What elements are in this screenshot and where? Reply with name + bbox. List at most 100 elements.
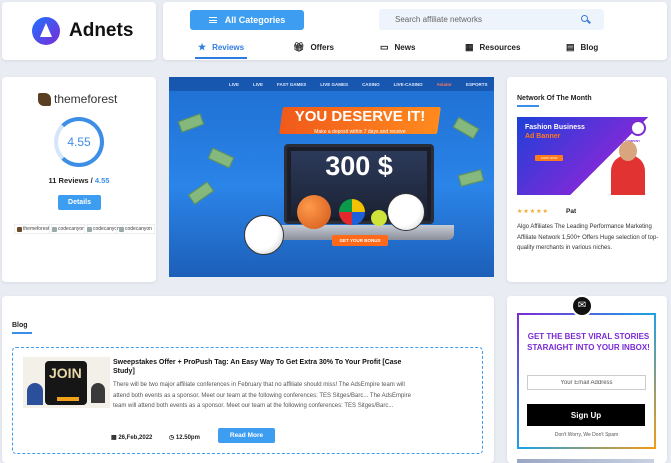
leaf-icon: [17, 226, 22, 232]
mini-logo-label: themeforest: [23, 226, 50, 232]
adnets-logo-icon: [32, 17, 60, 45]
thumb-join-text: JOIN: [49, 365, 82, 381]
thumb-bar: [57, 397, 79, 401]
company-logo-icon: [630, 120, 646, 136]
mini-logo-codecanyon[interactable]: codecanyon: [49, 224, 88, 234]
logo-text: Adnets: [69, 20, 134, 41]
blog-post-item[interactable]: JOIN Sweepstakes Offer + ProPush Tag: An…: [12, 347, 483, 454]
promo-banner[interactable]: LIVE LIVE FAST GAMES LIVE GAMES CASINO L…: [169, 77, 494, 277]
menu-icon: [208, 17, 217, 23]
codecanyon-icon: [87, 226, 92, 232]
banner-nav-item: LIVE: [253, 81, 264, 87]
tennis-ball-icon: [371, 210, 387, 226]
search-bar: [379, 9, 604, 30]
newsletter-box: GET THE BEST VIRAL STORIES STARAIGHT INT…: [517, 313, 656, 449]
star-icon: ★: [198, 42, 207, 52]
blog-date-value: 26,Feb,2022: [118, 435, 153, 441]
nav-news[interactable]: ▭ News: [380, 42, 415, 53]
network-of-month-card: Network Of The Month Fashion Business Ad…: [507, 77, 667, 282]
read-more-button[interactable]: Read More: [218, 428, 275, 443]
blog-card: Blog JOIN Sweepstakes Offer + ProPush Ta…: [2, 296, 494, 463]
banner-subline: Make a deposit within 7 days and receive: [314, 129, 406, 135]
money-bill-image: [207, 147, 235, 169]
themeforest-brand: themeforest: [54, 92, 118, 106]
mini-logo-themeforest[interactable]: themeforest: [14, 224, 53, 234]
get-bonus-button[interactable]: GET YOUR BONUS: [332, 235, 388, 246]
soccer-ball-icon: [387, 193, 425, 231]
blog-post-title[interactable]: Sweepstakes Offer + ProPush Tag: An Easy…: [113, 358, 413, 376]
rating-stars: ★★★★★: [517, 209, 549, 215]
money-bill-image: [452, 116, 480, 140]
news-icon: ▭: [380, 42, 389, 52]
volleyball-icon: [339, 199, 365, 225]
banner-nav-item: ESPORTS: [465, 81, 488, 87]
mini-logo-codecanyon[interactable]: codecanyon: [116, 224, 155, 234]
top-navigation: All Categories ★ Reviews 🎁︎ Offers ▭ New…: [163, 2, 667, 60]
logo-card[interactable]: Adnets: [2, 2, 156, 60]
banner-headline: YOU DESERVE IT!: [294, 108, 426, 125]
ad-title-line1: Fashion Business: [525, 124, 585, 131]
email-field[interactable]: [527, 375, 646, 390]
nav-offers[interactable]: 🎁︎ Offers: [293, 42, 334, 53]
mini-logo-label: codecanyon: [58, 226, 85, 232]
bonus-amount: 300 $: [325, 151, 393, 181]
resources-icon: ▦: [465, 42, 474, 52]
banner-nav-item: FAST GAMES: [277, 81, 307, 87]
banner-nav-item: CASINO: [362, 81, 380, 87]
sign-up-button[interactable]: Sign Up: [527, 404, 645, 426]
search-icon[interactable]: [581, 15, 588, 22]
newsletter-title: GET THE BEST VIRAL STORIES STARAIGHT INT…: [527, 332, 650, 352]
banner-nav-item: LIVE: [229, 81, 240, 87]
author-name: Pat: [566, 208, 577, 215]
ad-title-line2: Ad Banner: [525, 133, 561, 140]
blog-thumbnail[interactable]: JOIN: [23, 357, 110, 408]
all-categories-button[interactable]: All Categories: [190, 10, 304, 30]
codecanyon-icon: [119, 226, 124, 232]
nav-resources-label: Resources: [479, 43, 521, 52]
nav-blog-label: Blog: [580, 43, 599, 52]
blog-post-excerpt: There will be two major affiliate confer…: [113, 382, 411, 409]
title-underline: [517, 105, 539, 107]
banner-nav-item: LIVE GAMES: [320, 81, 349, 87]
search-input[interactable]: [379, 9, 569, 30]
clock-icon: ◷: [169, 435, 175, 441]
nav-news-label: News: [394, 43, 416, 52]
nav-reviews[interactable]: ★ Reviews: [198, 42, 244, 53]
blog-time-value: 12.50pm: [175, 435, 200, 441]
basketball-icon: [297, 195, 331, 229]
next-card-preview: [517, 459, 654, 463]
banner-nav-item: Aviator: [436, 81, 452, 87]
person-face: [619, 141, 637, 161]
reviews-score: 4.55: [94, 176, 110, 185]
mini-logo-label: codecanyon: [125, 226, 152, 232]
active-tab-indicator: [195, 57, 247, 59]
banner-nav: LIVE LIVE FAST GAMES LIVE GAMES CASINO L…: [169, 77, 494, 91]
newsletter-card: ✉ GET THE BEST VIRAL STORIES STARAIGHT I…: [507, 295, 667, 463]
network-description: Algo Affiliates The Leading Performance …: [517, 224, 659, 251]
soccer-ball-icon: [244, 215, 284, 255]
nav-blog[interactable]: ▤ Blog: [566, 42, 598, 53]
rating-card: themeforest 4.55 11 Reviews / 4.55 Detai…: [2, 77, 156, 282]
blog-post-date: ▦ 26,Feb,2022: [111, 434, 152, 441]
all-categories-label: All Categories: [224, 15, 286, 25]
details-button[interactable]: Details: [58, 195, 101, 210]
nav-resources[interactable]: ▦ Resources: [465, 42, 520, 53]
reviews-count: 11 Reviews: [48, 176, 89, 185]
leaf-icon: [38, 92, 51, 106]
title-underline: [12, 332, 32, 334]
envelope-icon: ✉: [571, 295, 593, 317]
money-bill-image: [187, 181, 215, 205]
calendar-icon: ▦: [111, 435, 117, 441]
nav-reviews-label: Reviews: [212, 43, 245, 52]
thumb-person: [91, 383, 105, 403]
blog-post-time: ◷ 12.50pm: [169, 434, 200, 441]
reviews-summary: 11 Reviews / 4.55: [2, 176, 156, 185]
network-title: Network Of The Month: [517, 95, 592, 102]
ad-title: Fashion Business Ad Banner: [525, 123, 585, 141]
person-image: [611, 155, 645, 195]
codecanyon-icon: [52, 226, 57, 232]
network-ad-banner[interactable]: Fashion Business Ad Banner SHOP NOW COMP…: [517, 117, 658, 195]
banner-nav-item: LIVE-CASINO: [393, 81, 423, 87]
document-icon: ▤: [566, 42, 575, 52]
themeforest-logo: themeforest: [38, 92, 117, 106]
